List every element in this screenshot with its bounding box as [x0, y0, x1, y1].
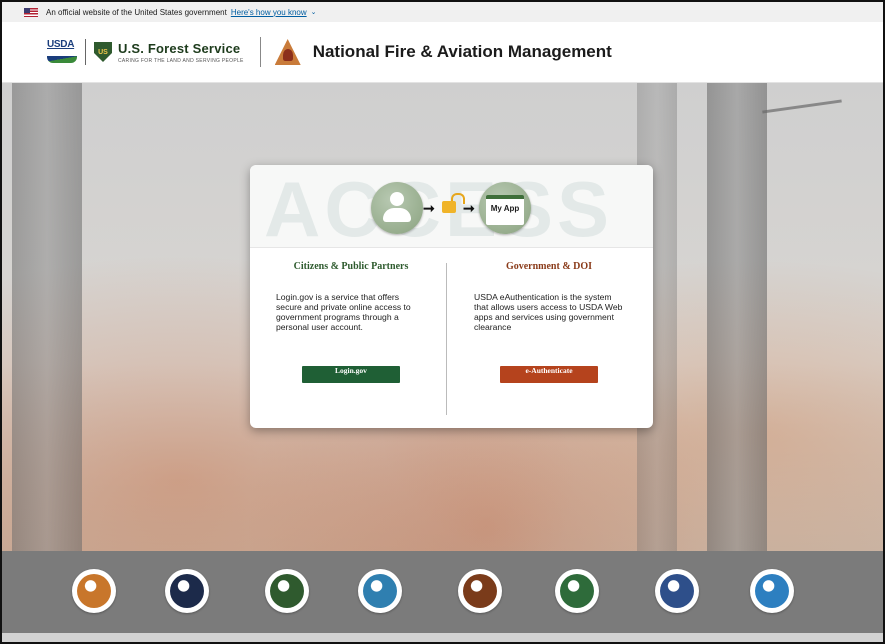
fish-wildlife-shield-icon[interactable] [750, 569, 794, 613]
access-card: ACCESS ➞ ➞ My App Citizens & Public Part… [250, 165, 653, 428]
page-title: National Fire & Aviation Management [312, 42, 612, 61]
gov-banner: An official website of the United States… [2, 2, 883, 22]
usda-logo[interactable]: USDA [47, 39, 77, 65]
forest-service-tagline: CARING FOR THE LAND AND SERVING PEOPLE [118, 57, 244, 64]
site-header: USDA US U.S. Forest Service CARING FOR T… [2, 22, 883, 83]
blm-seal-icon[interactable] [358, 569, 402, 613]
chevron-down-icon[interactable]: ⌄ [311, 8, 317, 16]
citizens-description: Login.gov is a service that offers secur… [276, 292, 411, 332]
unlock-icon [442, 193, 465, 213]
us-flag-icon [24, 7, 38, 17]
arrow-right-icon: ➞ [423, 200, 435, 216]
citizens-column: Citizens & Public Partners Login.gov is … [256, 261, 446, 383]
government-column: Government & DOI USDA eAuthentication is… [454, 261, 644, 383]
app-icon: My App [479, 182, 531, 234]
tree-trunk [12, 83, 82, 551]
forestry-tree-seal-icon[interactable] [555, 569, 599, 613]
e-authenticate-button[interactable]: e-Authenticate [500, 366, 598, 383]
forest-service-shield-icon: US [94, 42, 112, 62]
eagle-seal-icon[interactable] [165, 569, 209, 613]
usda-logo-text: USDA [47, 39, 75, 50]
government-description: USDA eAuthentication is the system that … [474, 292, 623, 332]
page-frame: An official website of the United States… [0, 0, 885, 644]
nps-arrowhead-icon[interactable] [458, 569, 502, 613]
header-divider-2 [259, 37, 261, 67]
header-divider [85, 39, 86, 65]
nfam-emblem-icon [274, 39, 301, 65]
login-gov-button[interactable]: Login.gov [302, 366, 400, 383]
gov-banner-text: An official website of the United States… [46, 7, 227, 17]
citizens-title: Citizens & Public Partners [293, 261, 409, 272]
my-app-label: My App [486, 195, 524, 225]
access-banner: ACCESS ➞ ➞ My App [250, 165, 653, 248]
usda-wave-icon [47, 56, 77, 63]
forest-service-logo[interactable]: U.S. Forest Service CARING FOR THE LAND … [118, 41, 244, 64]
government-title: Government & DOI [505, 261, 593, 272]
column-divider [446, 263, 447, 415]
fs-shield-text: US [98, 48, 108, 56]
footer-strip [2, 633, 883, 642]
access-watermark: ACCESS [264, 165, 614, 253]
interior-seal-icon[interactable] [72, 569, 116, 613]
arrow-right-icon: ➞ [463, 200, 475, 216]
tree-branch [762, 99, 842, 114]
how-you-know-link[interactable]: Here's how you know [231, 8, 307, 17]
defense-seal-icon[interactable] [655, 569, 699, 613]
tree-trunk [707, 83, 767, 551]
forest-service-shield-icon[interactable] [265, 569, 309, 613]
agency-seal-bar [2, 551, 883, 633]
forest-service-title: U.S. Forest Service [118, 40, 241, 56]
user-icon [371, 182, 423, 234]
